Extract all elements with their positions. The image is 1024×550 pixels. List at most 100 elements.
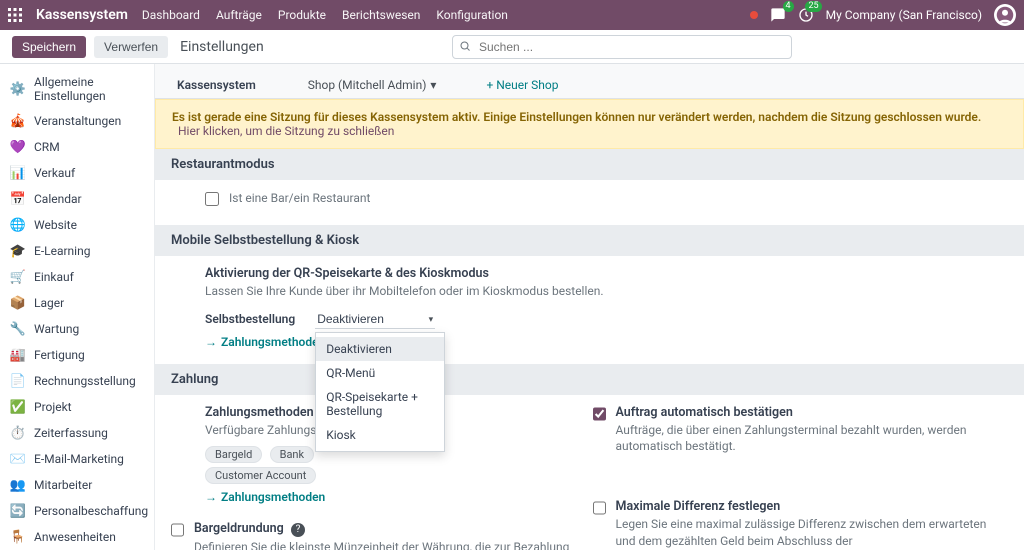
menu-config[interactable]: Konfiguration bbox=[436, 8, 508, 22]
sidebar-icon: 📅 bbox=[10, 191, 26, 207]
sidebar-label: E-Mail-Marketing bbox=[34, 452, 124, 466]
auto-confirm-desc: Aufträge, die über einen Zahlungstermina… bbox=[616, 422, 1009, 456]
arrow-right-icon: → bbox=[205, 335, 217, 349]
kiosk-title: Aktivierung der QR-Speisekarte & des Kio… bbox=[205, 266, 1008, 281]
sidebar-label: Anwesenheiten bbox=[34, 530, 116, 544]
sidebar-label: Website bbox=[34, 218, 77, 232]
close-session-link[interactable]: Hier klicken, um die Sitzung zu schließe… bbox=[178, 124, 394, 138]
sidebar-icon: 🔄 bbox=[10, 503, 26, 519]
sidebar-icon: ✉️ bbox=[10, 451, 26, 467]
is-bar-label: Ist eine Bar/ein Restaurant bbox=[229, 190, 370, 207]
search-input[interactable] bbox=[452, 35, 792, 59]
self-order-select[interactable]: Deaktivieren bbox=[315, 310, 435, 329]
sidebar-icon: 💜 bbox=[10, 139, 26, 155]
sidebar-item-5[interactable]: 🌐 Website bbox=[0, 212, 154, 238]
sidebar-item-2[interactable]: 💜CRM bbox=[0, 134, 154, 160]
help-icon[interactable]: ? bbox=[291, 523, 305, 537]
menu-dashboard[interactable]: Dashboard bbox=[142, 8, 200, 22]
activity-icon[interactable]: 25 bbox=[798, 7, 814, 23]
new-shop-link[interactable]: + Neuer Shop bbox=[486, 78, 558, 92]
sidebar-icon: ✅ bbox=[10, 399, 26, 415]
activity-badge: 25 bbox=[805, 1, 821, 12]
sidebar-label: Rechnungsstellung bbox=[34, 374, 136, 388]
sidebar-label: Mitarbeiter bbox=[34, 478, 92, 492]
sidebar-item-12[interactable]: ✅ Projekt bbox=[0, 394, 154, 420]
app-title[interactable]: Kassensystem bbox=[36, 7, 128, 23]
sidebar-icon: 🌐 bbox=[10, 217, 26, 233]
max-diff-checkbox[interactable] bbox=[593, 501, 606, 515]
chat-icon[interactable]: 4 bbox=[770, 7, 786, 23]
discard-button[interactable]: Verwerfen bbox=[94, 36, 168, 58]
sidebar-label: Projekt bbox=[34, 400, 72, 414]
tab-bar: Kassensystem Shop (Mitchell Admin)▾ + Ne… bbox=[155, 64, 1024, 99]
top-menu: Dashboard Aufträge Produkte Berichtswese… bbox=[142, 8, 508, 22]
auto-confirm-checkbox[interactable] bbox=[593, 407, 606, 421]
sidebar-item-0[interactable]: ⚙️ Allgemeine Einstellungen bbox=[0, 70, 154, 108]
sidebar-label: Personalbeschaffung bbox=[34, 504, 148, 518]
option-qr-order[interactable]: QR-Speisekarte + Bestellung bbox=[316, 385, 444, 423]
cash-rounding-checkbox[interactable] bbox=[171, 523, 184, 537]
sidebar-item-13[interactable]: ⏱️ Zeiterfassung bbox=[0, 420, 154, 446]
cash-rounding-title: Bargeldrundung bbox=[194, 521, 284, 536]
menu-reports[interactable]: Berichtswesen bbox=[342, 8, 420, 22]
sidebar-item-8[interactable]: 📦Lager bbox=[0, 290, 154, 316]
menu-orders[interactable]: Aufträge bbox=[216, 8, 262, 22]
sidebar-item-16[interactable]: 🔄 Personalbeschaffung bbox=[0, 498, 154, 524]
page-title: Einstellungen bbox=[180, 39, 264, 55]
sidebar-icon: 🔧 bbox=[10, 321, 26, 337]
sidebar-item-1[interactable]: 🎪Veranstaltungen bbox=[0, 108, 154, 134]
shop-selector[interactable]: Shop (Mitchell Admin)▾ bbox=[308, 78, 437, 92]
payment-methods-link[interactable]: →Zahlungsmethoden bbox=[205, 490, 325, 504]
sidebar-icon: ⚙️ bbox=[10, 81, 26, 97]
sidebar-item-15[interactable]: 👥 Mitarbeiter bbox=[0, 472, 154, 498]
sidebar-item-7[interactable]: 🛒Einkauf bbox=[0, 264, 154, 290]
tag-customer-account[interactable]: Customer Account bbox=[205, 467, 316, 484]
sidebar-icon: 👥 bbox=[10, 477, 26, 493]
sidebar-item-17[interactable]: 🪑 Anwesenheiten bbox=[0, 524, 154, 550]
sidebar-label: Allgemeine Einstellungen bbox=[34, 75, 144, 103]
settings-sidebar: ⚙️ Allgemeine Einstellungen 🎪Veranstaltung… bbox=[0, 64, 155, 550]
tab-kassensystem[interactable]: Kassensystem bbox=[175, 72, 258, 98]
self-order-dropdown: Deaktivieren QR-Menü QR-Speisekarte + Be… bbox=[315, 332, 445, 452]
option-kiosk[interactable]: Kiosk bbox=[316, 423, 444, 447]
sidebar-label: Lager bbox=[34, 296, 64, 310]
max-diff-title: Maximale Differenz festlegen bbox=[616, 499, 1009, 514]
kiosk-desc: Lassen Sie Ihre Kunde über ihr Mobiltele… bbox=[205, 283, 1008, 300]
save-button[interactable]: Speichern bbox=[12, 36, 86, 58]
sidebar-label: Calendar bbox=[34, 192, 82, 206]
sidebar-item-10[interactable]: 🏭Fertigung bbox=[0, 342, 154, 368]
company-name[interactable]: My Company (San Francisco) bbox=[826, 8, 982, 22]
avatar[interactable] bbox=[994, 4, 1016, 26]
kiosk-payments-link[interactable]: →Zahlungsmethoden bbox=[205, 335, 325, 349]
sidebar-icon: 📊 bbox=[10, 165, 26, 181]
sidebar-icon: 🎪 bbox=[10, 113, 26, 129]
caret-down-icon: ▾ bbox=[430, 78, 436, 92]
sidebar-icon: ⏱️ bbox=[10, 425, 26, 441]
sidebar-item-14[interactable]: ✉️ E-Mail-Marketing bbox=[0, 446, 154, 472]
top-navbar: Kassensystem Dashboard Aufträge Produkte… bbox=[0, 0, 1024, 30]
sidebar-item-6[interactable]: 🎓E-Learning bbox=[0, 238, 154, 264]
arrow-right-icon: → bbox=[205, 490, 217, 504]
sidebar-label: E-Learning bbox=[34, 244, 90, 258]
auto-confirm-title: Auftrag automatisch bestätigen bbox=[616, 405, 1009, 420]
menu-products[interactable]: Produkte bbox=[278, 8, 326, 22]
sidebar-label: Wartung bbox=[34, 322, 79, 336]
sidebar-item-11[interactable]: 📄Rechnungsstellung bbox=[0, 368, 154, 394]
sidebar-icon: 🪑 bbox=[10, 529, 26, 545]
caret-down-icon: ▾ bbox=[429, 315, 434, 325]
control-bar: Speichern Verwerfen Einstellungen bbox=[0, 30, 1024, 64]
sidebar-item-4[interactable]: 📅 Calendar bbox=[0, 186, 154, 212]
sidebar-icon: 🏭 bbox=[10, 347, 26, 363]
apps-icon[interactable] bbox=[8, 8, 22, 22]
settings-content: Kassensystem Shop (Mitchell Admin)▾ + Ne… bbox=[155, 64, 1024, 550]
option-qr-menu[interactable]: QR-Menü bbox=[316, 361, 444, 385]
tag-bank[interactable]: Bank bbox=[270, 446, 315, 463]
option-deactivate[interactable]: Deaktivieren bbox=[316, 337, 444, 361]
sidebar-label: Zeiterfassung bbox=[34, 426, 108, 440]
sidebar-label: Einkauf bbox=[34, 270, 74, 284]
max-diff-desc: Legen Sie eine maximal zulässige Differe… bbox=[616, 516, 1009, 550]
sidebar-item-3[interactable]: 📊Verkauf bbox=[0, 160, 154, 186]
tag-cash[interactable]: Bargeld bbox=[205, 446, 262, 463]
sidebar-item-9[interactable]: 🔧 Wartung bbox=[0, 316, 154, 342]
is-bar-checkbox[interactable] bbox=[205, 192, 219, 206]
